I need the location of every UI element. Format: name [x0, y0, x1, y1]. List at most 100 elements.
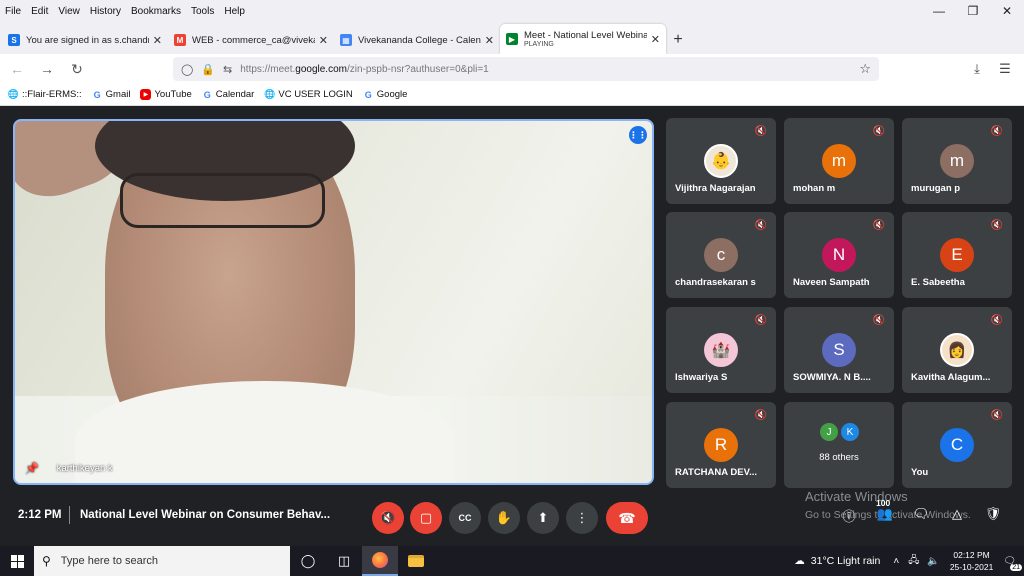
mic-off-icon: 🔇 [990, 410, 1003, 421]
tab-title: Meet - National Level Webinar on Consume… [524, 30, 647, 41]
captions-button[interactable]: CC [449, 502, 481, 534]
close-tab-icon[interactable]: ✕ [319, 34, 328, 47]
menu-history[interactable]: History [85, 6, 126, 17]
lock-icon[interactable]: 🔒 [201, 63, 215, 76]
calendar-icon: ▦ [340, 34, 352, 46]
main-video-tile[interactable]: ⋮⋮ 📌 karthikeyan k [13, 119, 654, 485]
tab-gmail[interactable]: M WEB - commerce_ca@vivekanandacollege ✕ [168, 26, 334, 54]
participant-tile[interactable]: 🔇 N Naveen Sampath [784, 212, 894, 298]
bookmark-star-icon[interactable]: ☆ [859, 61, 871, 77]
forward-icon[interactable]: → [34, 56, 60, 82]
menu-help[interactable]: Help [219, 6, 250, 17]
rain-cloud-icon: ☁ [794, 555, 805, 567]
bookmarks-bar: 🌐::Flair-ERMS:: G Gmail ▶ YouTube G Calenda… [0, 84, 1024, 106]
new-tab-icon[interactable]: + [666, 26, 690, 54]
activities-icon[interactable]: △ [946, 506, 968, 522]
bookmark-calendar[interactable]: G Calendar [202, 89, 255, 100]
firefox-icon[interactable] [362, 546, 398, 576]
chat-icon[interactable]: 🗨 [910, 506, 932, 522]
close-tab-icon[interactable]: ✕ [485, 34, 494, 47]
network-icon[interactable]: 🖧 [908, 553, 919, 570]
reload-icon[interactable]: ↻ [64, 56, 90, 82]
mic-off-icon: 🔇 [990, 220, 1003, 231]
menu-tools[interactable]: Tools [186, 6, 219, 17]
self-tile[interactable]: 🔇 C You [902, 402, 1012, 488]
more-vert-icon: ⋮ [575, 510, 589, 525]
pin-icon[interactable]: 📌 [25, 462, 39, 475]
present-button[interactable]: ⬆ [527, 502, 559, 534]
avatar: c [704, 238, 738, 272]
bookmark-google[interactable]: G Google [363, 89, 408, 100]
participant-tile[interactable]: 🔇 c chandrasekaran s [666, 212, 776, 298]
google-icon: G [203, 89, 211, 100]
mic-off-icon: 🔇 [754, 315, 767, 326]
cortana-icon[interactable]: ◯ [290, 546, 326, 576]
close-tab-icon[interactable]: ✕ [651, 33, 660, 46]
menu-view[interactable]: View [53, 6, 85, 17]
tab-playing-label: PLAYING [524, 41, 554, 48]
volume-icon[interactable]: 🔈 [927, 556, 939, 567]
restore-icon[interactable]: ❐ [956, 0, 990, 22]
globe-icon: 🌐 [7, 89, 20, 99]
taskbar-clock[interactable]: 02:12 PM 25-10-2021 [950, 549, 993, 573]
menu-file[interactable]: File [0, 6, 26, 17]
tab-meet[interactable]: ▶ Meet - National Level Webinar on Consu… [500, 24, 666, 54]
end-call-button[interactable]: ☎ [606, 502, 648, 534]
others-tile[interactable]: J K 88 others [784, 402, 894, 488]
host-controls-icon[interactable]: 🛡 [982, 506, 1004, 522]
notification-icon[interactable]: 🗨 21 [1003, 556, 1022, 571]
windows-taskbar: ⚲ Type here to search ◯ ◫ ☁ 31°C Light r… [0, 546, 1024, 576]
bookmark-youtube[interactable]: ▶ YouTube [140, 89, 192, 100]
people-icon: 👥 [876, 506, 894, 521]
start-button[interactable] [0, 546, 34, 576]
bookmark-gmail[interactable]: G Gmail [92, 89, 131, 100]
taskbar-search[interactable]: ⚲ Type here to search [34, 546, 290, 576]
avatar: J [819, 422, 839, 442]
participant-tile[interactable]: 🔇 👶 Vijithra Nagarajan [666, 118, 776, 204]
participant-name: You [911, 467, 929, 478]
tab-signed-in[interactable]: S You are signed in as s.chandrasekaran … [2, 26, 168, 54]
bookmark-vc-login[interactable]: 🌐 VC USER LOGIN [264, 89, 353, 100]
participant-tile[interactable]: 🔇 m mohan m [784, 118, 894, 204]
minimize-icon[interactable]: — [922, 0, 956, 22]
mic-off-button[interactable]: 🔇 [372, 502, 404, 534]
participant-tile[interactable]: 🔇 👩 Kavitha Alagum... [902, 307, 1012, 393]
participant-name: murugan p [911, 183, 961, 194]
mic-off-icon: 🔇 [754, 126, 767, 137]
avatar: E [940, 238, 974, 272]
permissions-icon[interactable]: ⇆ [223, 63, 232, 76]
download-icon[interactable]: ⤓ [966, 57, 988, 81]
file-explorer-icon[interactable] [398, 546, 434, 576]
more-options-button[interactable]: ⋮ [566, 502, 598, 534]
clock-time: 02:12 PM [953, 550, 990, 560]
people-button[interactable]: 100 👥 [874, 498, 896, 522]
participant-tile[interactable]: 🔇 E E. Sabeetha [902, 212, 1012, 298]
close-window-icon[interactable]: ✕ [990, 0, 1024, 22]
participant-tile[interactable]: 🔇 S SOWMIYA. N B.... [784, 307, 894, 393]
back-icon[interactable]: ← [4, 56, 30, 82]
mic-off-icon: 🔇 [872, 126, 885, 137]
menu-edit[interactable]: Edit [26, 6, 53, 17]
participant-name: Vijithra Nagarajan [675, 183, 756, 194]
hamburger-menu-icon[interactable]: ☰ [994, 57, 1016, 81]
task-view-icon[interactable]: ◫ [326, 546, 362, 576]
raise-hand-button[interactable]: ✋ [488, 502, 520, 534]
participant-tile[interactable]: 🔇 m murugan p [902, 118, 1012, 204]
tab-calendar[interactable]: ▦ Vivekananda College - Calendar ✕ [334, 26, 500, 54]
url-bar[interactable]: ◯ 🔒 ⇆ https://meet. google.com/zin-pspb-n… [173, 57, 879, 81]
tab-title: WEB - commerce_ca@vivekanandacollege [192, 34, 315, 46]
info-icon[interactable]: ⓘ [838, 506, 860, 525]
bookmark-flair[interactable]: 🌐::Flair-ERMS:: [8, 89, 82, 100]
participant-tile[interactable]: 🔇 R RATCHANA DEV... [666, 402, 776, 488]
chevron-up-icon[interactable]: ˄ [893, 556, 899, 567]
menu-bookmarks[interactable]: Bookmarks [126, 6, 186, 17]
avatar: S [822, 333, 856, 367]
google-icon: S [8, 34, 20, 46]
youtube-icon: ▶ [140, 89, 152, 100]
google-icon: G [93, 89, 101, 100]
participant-tile[interactable]: 🔇 🏰 Ishwariya S [666, 307, 776, 393]
camera-off-button[interactable]: ▢ [410, 502, 442, 534]
close-tab-icon[interactable]: ✕ [153, 34, 162, 47]
shield-icon[interactable]: ◯ [181, 63, 193, 76]
weather-widget[interactable]: ☁ 31°C Light rain [794, 555, 880, 567]
